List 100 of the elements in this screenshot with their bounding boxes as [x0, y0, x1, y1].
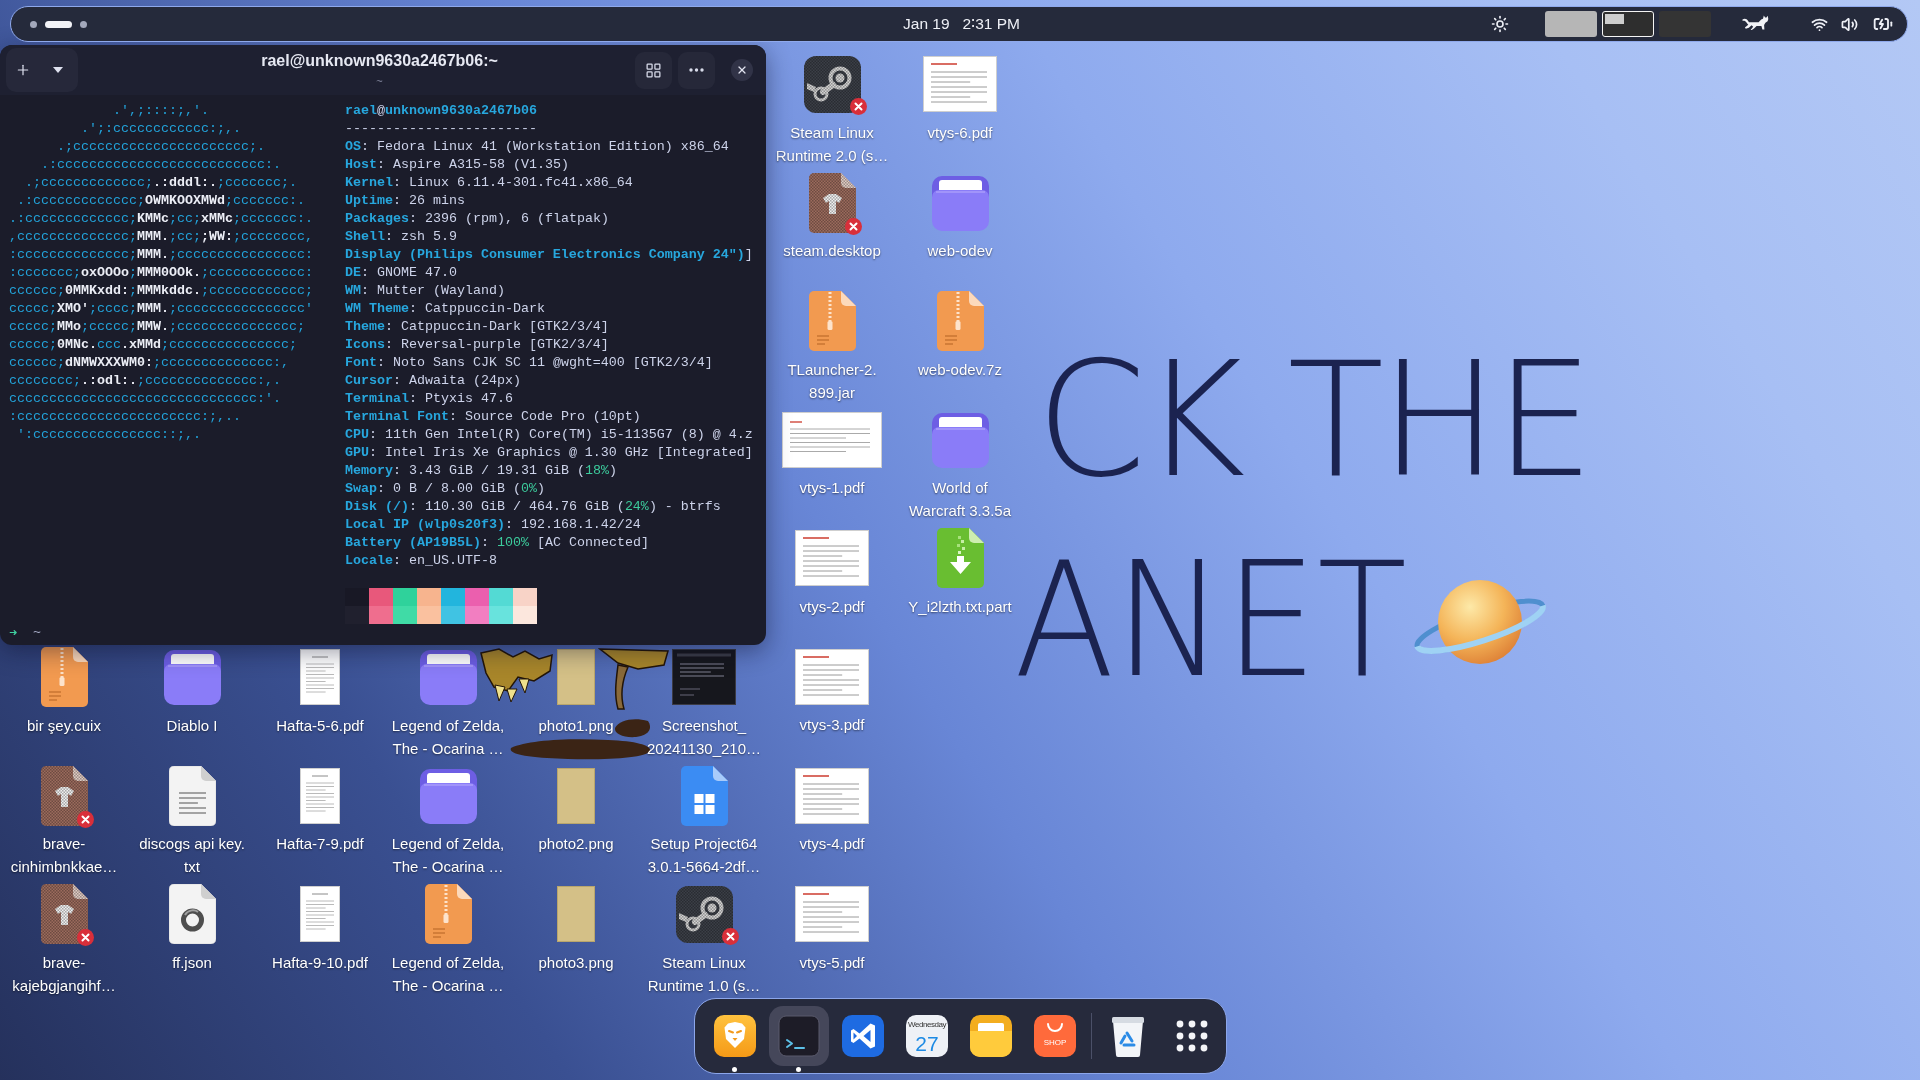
file-name[interactable]: ff.json	[172, 950, 212, 974]
file-name[interactable]: Y_i2lzth.txt.part	[908, 594, 1012, 618]
file-name[interactable]: Diablo I	[166, 713, 218, 737]
info-line: Host: Aspire A315-58 (V1.35)	[344, 156, 569, 174]
tab-overview-button[interactable]	[635, 51, 672, 89]
file-name[interactable]: Setup Project64 3.0.1-5664-2df…	[647, 832, 761, 879]
file-name[interactable]: World of Warcraft 3.3.5a	[909, 476, 1011, 523]
workspace-indicator[interactable]	[30, 20, 37, 28]
folder-icon[interactable]	[419, 649, 477, 705]
ascii-logo: .',;::::;,'. .';:cccccccccccc:;,. .;cccccccccccccccccccccc;. .:cccccccccccccccccccccccccc:. .;ccccccccccccc;.:dddl:.;ccccccc;. .:ccccccccccccc;OWMKOOXMWd;ccccccc:. .:ccccccccccccc;KMMc;cc;xMMc;ccccccc:. ,cccccccccccccc;MMM.;cc;;WW:;cccccccc, :cccccccccccccc;MMM.;cccccccccccccccc: :ccccccc;oxOOOo;MMM0OOk.;cccccccccccc: cccccc;0MMKxdd:;MMMkddc.;cccccccccccc; ccccc;XMO';cccc;MMM.;cccccccccccccccc' ccccc;MMo;ccccc;MMW.;ccccccccccccccc; ccccc;0MNc.ccc.xMMd;ccccccccccccccc; cccccc;dNMWXXXWM0:;cccccccccccccc:, cccccccc;.:odl:.;cccccccccccccc:,. ccccccccccccccccccccccccccccccc:'. :ccccccccccccccccccccccc:;,.. ':cccccccccccccccc::;,.	[9, 102, 313, 444]
windows-file-icon[interactable]	[680, 765, 728, 826]
workspace-thumbnail[interactable]	[1602, 11, 1654, 37]
info-line: Kernel: Linux 6.11.4-301.fc41.x86_64	[344, 174, 633, 192]
more-icon	[689, 68, 704, 72]
close-button[interactable]	[731, 59, 753, 81]
error-badge-icon	[844, 217, 862, 235]
menu-button[interactable]	[678, 51, 715, 89]
file-name[interactable]: vtys-1.pdf	[799, 476, 865, 500]
prompt-arrow: ➜	[9, 624, 18, 642]
prompt-path: ~	[33, 624, 41, 642]
steam-icon[interactable]	[675, 885, 733, 943]
info-line: Terminal Font: Source Code Pro (10pt)	[344, 408, 641, 426]
info-line: Locale: en_US.UTF-8	[344, 552, 497, 570]
clock[interactable]: Jan 19 2∶31 PM	[903, 15, 1020, 33]
file-name[interactable]: Legend of Zelda, The - Ocarina …	[391, 950, 505, 997]
workspace-thumbnail[interactable]	[1545, 11, 1597, 37]
volume-icon[interactable]	[1841, 15, 1858, 33]
file-name[interactable]: brave- cinhimbnkkae…	[10, 832, 118, 879]
new-tab-button[interactable]	[6, 48, 78, 92]
app-grid-icon[interactable]	[1175, 1019, 1208, 1052]
info-line: Font: Noto Sans CJK SC 11 @wght=400 [GTK2/3/4]	[344, 354, 713, 372]
workspace-indicator[interactable]	[45, 20, 72, 28]
steam-icon[interactable]	[803, 55, 861, 113]
error-badge-icon	[849, 97, 867, 115]
grid-icon	[645, 61, 662, 79]
info-line: Swap: 0 B / 8.00 GiB (0%)	[344, 480, 545, 498]
info-line: Local IP (wlp0s20f3): 192.168.1.42/24	[344, 516, 641, 534]
file-name[interactable]: photo1.png	[538, 713, 614, 737]
shirt-file-icon[interactable]	[40, 884, 88, 945]
info-line: Shell: zsh 5.9	[344, 228, 457, 246]
caret-icon[interactable]	[53, 67, 63, 73]
download-file-icon[interactable]	[936, 528, 984, 589]
info-line: Display (Philips Consumer Electronics Company 24")]	[344, 246, 753, 264]
terminal-icon[interactable]	[777, 1014, 820, 1057]
file-name[interactable]: photo3.png	[538, 950, 614, 974]
file-ring-icon[interactable]	[168, 884, 216, 945]
file-name[interactable]: bir şey.cuix	[27, 713, 101, 737]
info-line: Memory: 3.43 GiB / 19.31 GiB (18%)	[344, 462, 617, 480]
folder-icon[interactable]	[419, 767, 477, 824]
file-name[interactable]: vtys-2.pdf	[799, 594, 865, 618]
info-line: CPU: 11th Gen Intel(R) Core(TM) i5-1135G7 (8) @ 4.z	[344, 426, 753, 444]
lion-icon[interactable]	[713, 1014, 756, 1057]
file-name[interactable]: Screenshot_ 20241130_210…	[647, 713, 761, 760]
screenshot-thumbnail-icon[interactable]	[672, 649, 736, 705]
wallpaper-text: ANET	[1014, 541, 1408, 699]
creature-leg-drawing	[598, 647, 670, 711]
shirt-file-icon[interactable]	[808, 172, 856, 233]
file-name[interactable]: brave- kajebgjangihf…	[12, 950, 116, 997]
slide-thumbnail-icon[interactable]	[795, 886, 869, 943]
file-name[interactable]: Hafta-5-6.pdf	[276, 713, 364, 737]
sun-icon[interactable]	[1491, 15, 1509, 33]
info-line: Icons: Reversal-purple [GTK2/3/4]	[344, 336, 609, 354]
folder-icon[interactable]	[969, 1014, 1012, 1057]
calendar-icon[interactable]: Wednesday 27	[905, 1014, 948, 1057]
zip-file-icon[interactable]	[40, 647, 88, 707]
cat-icon[interactable]	[1742, 15, 1770, 33]
error-badge-icon	[721, 927, 739, 945]
file-name[interactable]: Steam Linux Runtime 1.0 (s…	[647, 950, 761, 997]
text-file-icon[interactable]	[168, 765, 216, 826]
slide-thumbnail-icon[interactable]	[782, 411, 882, 468]
folder-icon[interactable]	[163, 649, 221, 705]
file-name[interactable]: vtys-4.pdf	[799, 832, 865, 856]
zip-file-icon[interactable]	[424, 884, 472, 945]
page-thumbnail-icon[interactable]	[300, 886, 340, 943]
file-name[interactable]: discogs api key. txt	[139, 832, 245, 879]
error-badge-icon	[76, 929, 94, 947]
page-thumbnail-icon[interactable]	[300, 767, 340, 824]
slide-thumbnail-icon[interactable]	[923, 56, 997, 112]
slide-thumbnail-icon[interactable]	[795, 767, 869, 824]
file-name[interactable]: steam.desktop	[783, 239, 881, 263]
info-line: OS: Fedora Linux 41 (Workstation Edition) x86_64	[344, 138, 729, 156]
file-name[interactable]: Legend of Zelda, The - Ocarina …	[391, 713, 505, 760]
workspace-indicator[interactable]	[80, 20, 87, 28]
slide-thumbnail-icon[interactable]	[795, 530, 869, 587]
code-editor-icon[interactable]	[841, 1014, 884, 1057]
file-name[interactable]: vtys-3.pdf	[799, 713, 865, 737]
slide-thumbnail-icon[interactable]	[795, 648, 869, 705]
file-name[interactable]: TLauncher-2. 899.jar	[787, 357, 877, 404]
file-name[interactable]: Legend of Zelda, The - Ocarina …	[391, 832, 505, 879]
file-name[interactable]: Hafta-9-10.pdf	[272, 950, 368, 974]
file-name[interactable]: Hafta-7-9.pdf	[276, 832, 364, 856]
info-line: rael@unknown9630a2467b06	[344, 102, 537, 120]
info-line: WM: Mutter (Wayland)	[344, 282, 505, 300]
file-name[interactable]: photo2.png	[538, 832, 614, 856]
plus-icon[interactable]	[15, 62, 31, 78]
file-name[interactable]: vtys-5.pdf	[799, 950, 865, 974]
info-line: Cursor: Adwaita (24px)	[344, 372, 521, 390]
info-line: Theme: Catppuccin-Dark [GTK2/3/4]	[344, 318, 609, 336]
shirt-file-icon[interactable]	[40, 765, 88, 826]
page-thumbnail-icon[interactable]	[300, 649, 340, 705]
